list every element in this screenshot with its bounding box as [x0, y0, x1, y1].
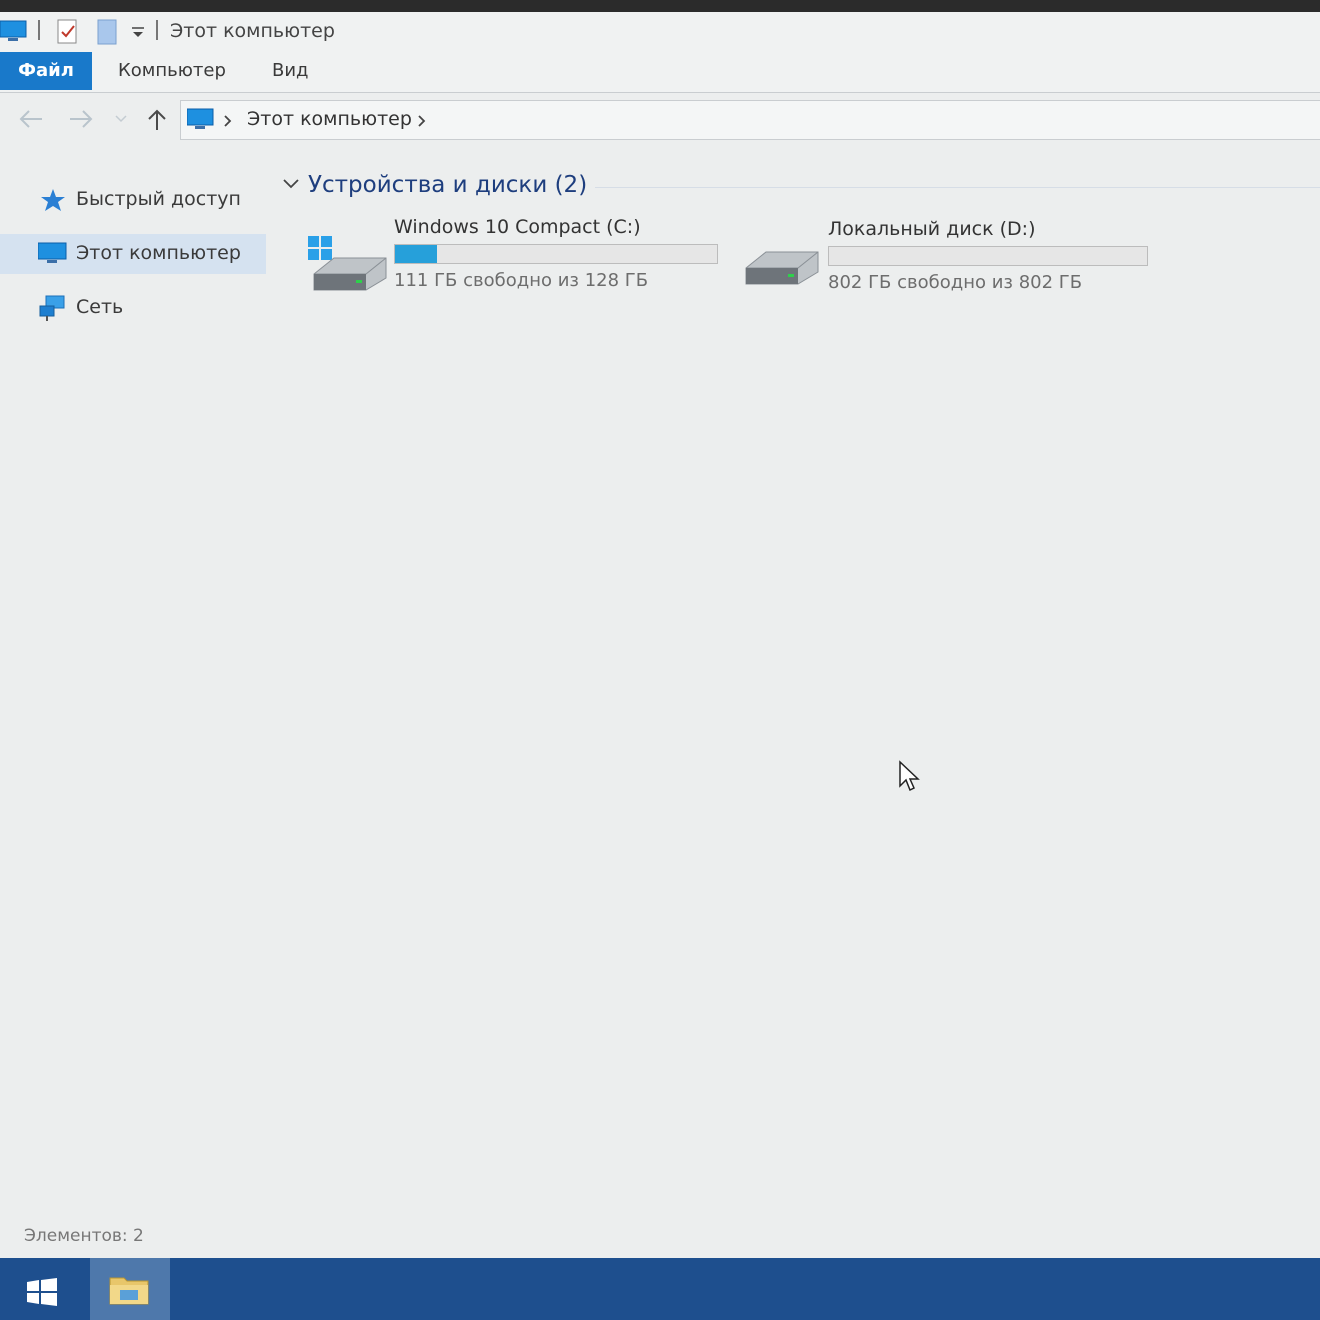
drive-free-space: 802 ГБ свободно из 802 ГБ — [828, 272, 1083, 293]
drive-item-c[interactable]: Windows 10 Compact (C:) 111 ГБ свободно … — [300, 214, 720, 304]
navigation-pane: Быстрый доступ Этот компьютер Сеть — [0, 150, 270, 1240]
drive-free-space: 111 ГБ свободно из 128 ГБ — [394, 270, 649, 291]
sidebar-item-quick-access[interactable]: Быстрый доступ — [0, 180, 266, 220]
file-explorer-icon — [109, 1277, 149, 1305]
window-title: Этот компьютер — [170, 20, 335, 42]
system-drive-icon — [308, 236, 387, 291]
sidebar-item-label: Сеть — [76, 296, 124, 318]
content-pane: Устройства и диски (2) Windows 10 Compac… — [270, 150, 1320, 1240]
drive-usage-bar — [828, 246, 1148, 266]
drive-item-d[interactable]: Локальный диск (D:) 802 ГБ свободно из 8… — [736, 216, 1156, 306]
network-icon — [39, 295, 65, 321]
collapse-chevron-icon[interactable] — [282, 178, 300, 190]
sidebar-item-network[interactable]: Сеть — [0, 288, 266, 328]
breadcrumb-chevron-icon[interactable] — [223, 114, 233, 128]
mouse-pointer-icon — [899, 760, 920, 792]
star-icon — [41, 189, 65, 211]
drive-name: Локальный диск (D:) — [828, 218, 1036, 240]
taskbar — [0, 1258, 1320, 1320]
new-folder-icon[interactable] — [96, 18, 120, 46]
sidebar-item-this-pc[interactable]: Этот компьютер — [0, 234, 266, 274]
windows-logo-icon — [27, 1278, 57, 1306]
sidebar-item-label: Быстрый доступ — [76, 188, 241, 210]
back-arrow-icon[interactable] — [18, 108, 44, 130]
customize-dropdown-icon[interactable] — [130, 26, 146, 40]
computer-icon — [187, 108, 214, 129]
status-bar-item-count: Элементов: 2 — [24, 1226, 144, 1246]
toolbar-separator — [156, 20, 158, 40]
start-button[interactable] — [0, 1258, 84, 1320]
navigation-bar: Этот компьютер — [0, 96, 1320, 146]
up-arrow-icon[interactable] — [146, 108, 168, 132]
breadcrumb-chevron-icon[interactable] — [417, 114, 427, 128]
title-bar: Этот компьютер — [0, 12, 1320, 52]
computer-icon[interactable] — [0, 20, 28, 44]
recent-locations-chevron-icon[interactable] — [114, 114, 128, 124]
drive-name: Windows 10 Compact (C:) — [394, 216, 641, 238]
tab-computer[interactable]: Компьютер — [118, 52, 226, 90]
local-drive-icon — [745, 251, 819, 285]
tab-view[interactable]: Вид — [272, 52, 309, 90]
screen-bezel — [0, 0, 1320, 12]
properties-icon[interactable] — [56, 18, 80, 46]
sidebar-item-label: Этот компьютер — [76, 242, 241, 264]
tab-file[interactable]: Файл — [0, 52, 92, 90]
forward-arrow-icon[interactable] — [68, 108, 94, 130]
drive-usage-fill — [395, 245, 437, 263]
address-bar[interactable]: Этот компьютер — [180, 100, 1320, 140]
ribbon: Файл Компьютер Вид — [0, 52, 1320, 93]
breadcrumb-this-pc[interactable]: Этот компьютер — [247, 108, 412, 130]
group-divider — [595, 187, 1320, 188]
toolbar-separator — [38, 20, 40, 40]
computer-icon — [38, 242, 67, 263]
drive-usage-bar — [394, 244, 718, 264]
taskbar-file-explorer-button[interactable] — [90, 1258, 170, 1320]
group-header-devices[interactable]: Устройства и диски (2) — [308, 172, 587, 198]
